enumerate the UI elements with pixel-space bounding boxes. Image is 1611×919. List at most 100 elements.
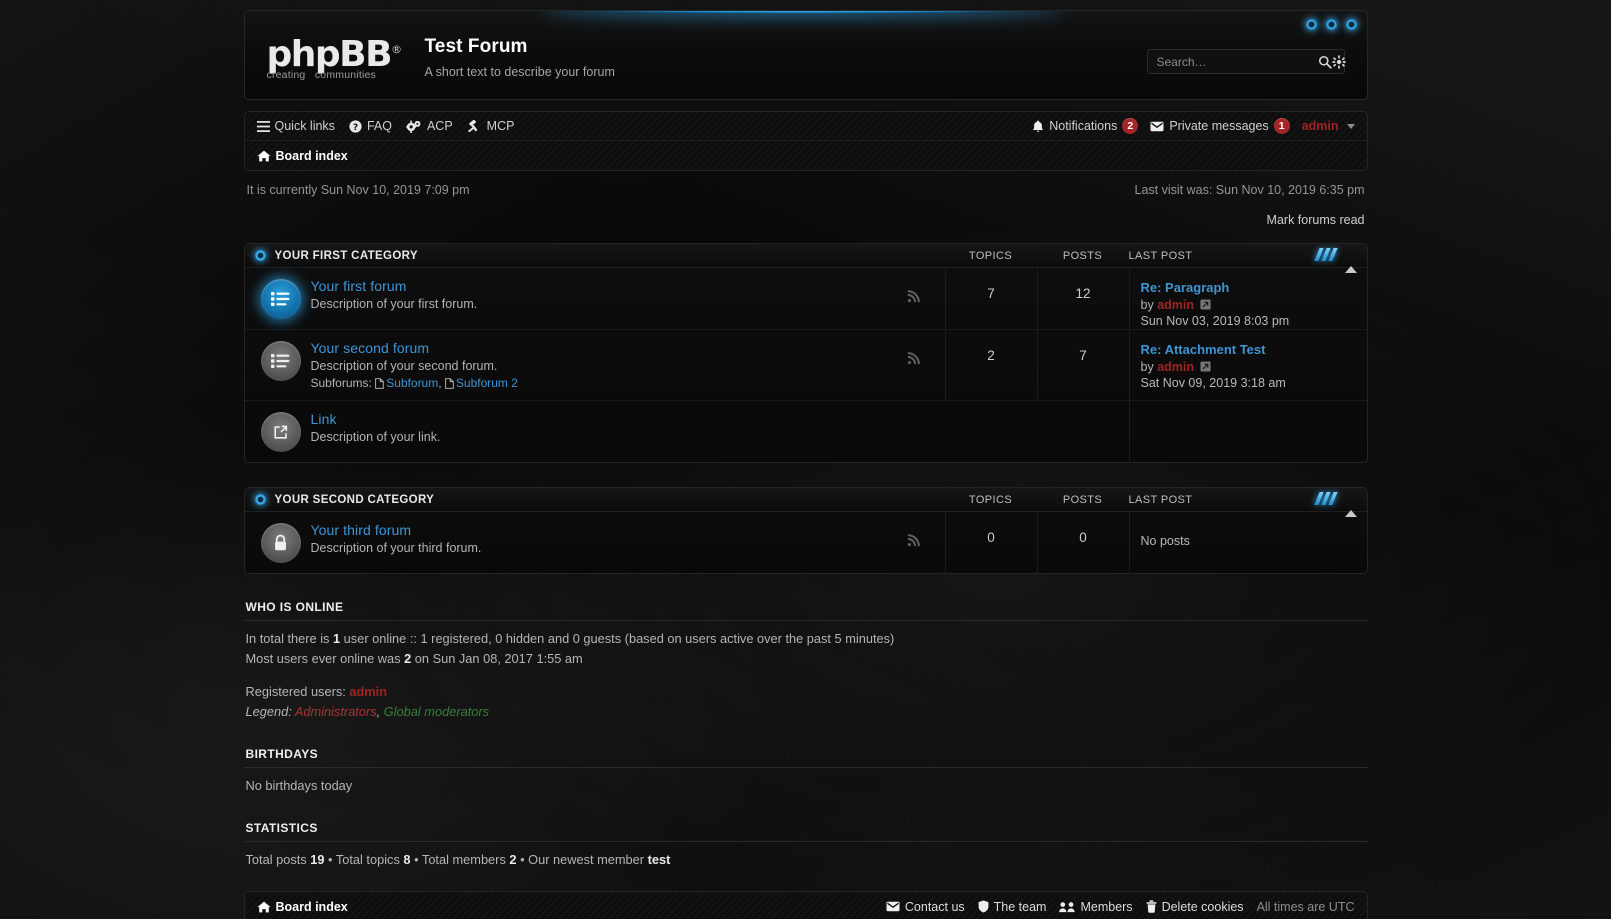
last-post-author-link[interactable]: admin bbox=[1157, 360, 1194, 374]
stat-bullet-3: • bbox=[516, 852, 529, 867]
users-icon bbox=[1059, 901, 1076, 913]
who-is-online-line-1: In total there is 1 user online :: 1 reg… bbox=[246, 630, 1368, 648]
the-team-link[interactable]: The team bbox=[978, 900, 1046, 914]
dot-3-icon bbox=[1345, 19, 1357, 30]
phpbb-logo-word: phpBB® bbox=[267, 33, 409, 73]
forum-read-icon bbox=[260, 341, 301, 381]
quick-links-menu[interactable]: Quick links bbox=[256, 119, 335, 133]
legend-administrators-link[interactable]: Administrators bbox=[295, 704, 377, 719]
forum-description: Description of your first forum. bbox=[310, 297, 478, 311]
navbar-left-links: Quick links ? FAQ ACP MCP bbox=[256, 119, 515, 133]
timezone-text: All times are UTC bbox=[1256, 899, 1355, 914]
total-members-label: Total members bbox=[421, 852, 510, 867]
page-container: phpBB® creating communities Test Forum A… bbox=[243, 0, 1368, 919]
site-header: phpBB® creating communities Test Forum A… bbox=[243, 10, 1368, 100]
category-title[interactable]: Your second category bbox=[275, 494, 435, 506]
forum-topics-count: 0 bbox=[944, 530, 1037, 545]
phpbb-logo[interactable]: phpBB® creating communities bbox=[267, 33, 409, 85]
forum-row[interactable]: Your second forum Description of your se… bbox=[244, 330, 1367, 401]
navbar-right-links: Notifications 2 Private messages 1 admin bbox=[1032, 118, 1355, 134]
newest-member-link[interactable]: test bbox=[648, 852, 671, 867]
private-messages-link[interactable]: Private messages 1 bbox=[1150, 118, 1290, 134]
forum-title-link[interactable]: Link bbox=[311, 411, 941, 427]
registered-user-link[interactable]: admin bbox=[349, 684, 387, 699]
forum-title-link[interactable]: Your second forum bbox=[311, 340, 941, 356]
subforum-link[interactable]: Subforum 2 bbox=[456, 376, 518, 390]
subforum-link[interactable]: Subforum bbox=[386, 376, 438, 390]
gavel-icon bbox=[467, 119, 482, 133]
private-messages-badge: 1 bbox=[1273, 118, 1290, 134]
column-header-topics: TOPICS bbox=[968, 493, 1013, 506]
mcp-label: MCP bbox=[486, 119, 515, 133]
external-link-icon bbox=[260, 412, 301, 452]
dot-2-icon bbox=[1325, 19, 1337, 30]
faq-link[interactable]: ? FAQ bbox=[349, 119, 392, 133]
online-line1-post: user online :: 1 registered, 0 hidden an… bbox=[340, 631, 895, 646]
online-line2-pre: Most users ever online was bbox=[245, 651, 405, 666]
legend-global-moderators-link[interactable]: Global moderators bbox=[384, 704, 489, 719]
search-icon[interactable] bbox=[1318, 50, 1332, 73]
category-header: Your first category TOPICS POSTS LAST PO… bbox=[244, 244, 1367, 273]
members-link[interactable]: Members bbox=[1059, 900, 1133, 914]
column-header-last-post: LAST POST bbox=[1128, 493, 1193, 506]
navbar-primary-row: Quick links ? FAQ ACP MCP Notifications … bbox=[244, 112, 1367, 141]
rss-feed-icon[interactable] bbox=[907, 290, 920, 303]
breadcrumb-board-index[interactable]: Board index bbox=[256, 149, 348, 163]
forum-posts-count: 7 bbox=[1036, 348, 1129, 363]
delete-cookies-link[interactable]: Delete cookies bbox=[1146, 900, 1244, 914]
forum-title-link[interactable]: Your first forum bbox=[311, 278, 941, 294]
legend-separator: , bbox=[376, 704, 381, 719]
total-members-value: 2 bbox=[509, 852, 517, 867]
registered-users-label: Registered users: bbox=[245, 684, 350, 699]
footer-board-index-link[interactable]: Board index bbox=[256, 900, 348, 914]
forum-info: Link Description of your link. bbox=[311, 411, 941, 444]
last-post-title-link[interactable]: Re: Paragraph bbox=[1141, 280, 1359, 297]
notifications-badge: 2 bbox=[1122, 118, 1139, 134]
home-icon bbox=[256, 901, 271, 913]
total-topics-label: Total topics bbox=[335, 852, 404, 867]
mcp-link[interactable]: MCP bbox=[467, 119, 515, 133]
last-post-author-link[interactable]: admin bbox=[1157, 298, 1194, 312]
mark-forums-read-link[interactable]: Mark forums read bbox=[1267, 213, 1365, 227]
category-bullet-icon bbox=[254, 494, 266, 505]
quick-links-label: Quick links bbox=[274, 119, 335, 133]
goto-last-post-icon[interactable] bbox=[1200, 298, 1212, 310]
subforum-separator: , bbox=[438, 376, 445, 390]
forum-title-link[interactable]: Your third forum bbox=[311, 522, 941, 538]
cogs-icon bbox=[406, 120, 422, 133]
acp-link[interactable]: ACP bbox=[406, 119, 453, 133]
birthdays-heading: BIRTHDAYS bbox=[245, 747, 319, 761]
legend-line: Legend: Administrators, Global moderator… bbox=[246, 703, 1368, 721]
gear-icon[interactable] bbox=[1331, 50, 1346, 73]
lock-glyph-icon bbox=[273, 534, 288, 552]
envelope-icon bbox=[1150, 121, 1164, 132]
forum-posts-count: 12 bbox=[1036, 286, 1129, 301]
footer-bar: Board index Contact us The team Members bbox=[243, 891, 1368, 919]
forum-row[interactable]: Your third forum Description of your thi… bbox=[245, 512, 1367, 573]
forum-row[interactable]: Link Description of your link. bbox=[245, 401, 1367, 462]
contact-us-label: Contact us bbox=[904, 899, 965, 914]
goto-last-post-icon[interactable] bbox=[1200, 360, 1212, 372]
notifications-link[interactable]: Notifications 2 bbox=[1032, 118, 1139, 134]
user-menu[interactable]: admin bbox=[1302, 119, 1355, 133]
rss-feed-icon[interactable] bbox=[907, 352, 920, 365]
rss-feed-icon[interactable] bbox=[907, 534, 920, 547]
search-input[interactable] bbox=[1147, 50, 1318, 73]
statistics-text: Total posts 19 • Total topics 8 • Total … bbox=[246, 851, 1368, 869]
delete-cookies-label: Delete cookies bbox=[1161, 899, 1244, 914]
forum-topics-count: 2 bbox=[944, 348, 1037, 363]
list-glyph-icon bbox=[271, 353, 290, 369]
forum-no-posts-text: No posts bbox=[1140, 534, 1190, 548]
contact-us-link[interactable]: Contact us bbox=[886, 900, 965, 914]
category-bullet-icon bbox=[254, 250, 266, 261]
category-title[interactable]: Your first category bbox=[275, 250, 418, 262]
site-dots bbox=[1305, 19, 1357, 30]
birthdays-text: No birthdays today bbox=[245, 778, 353, 793]
last-post-title-link[interactable]: Re: Attachment Test bbox=[1141, 342, 1359, 359]
category-slashes-decoration bbox=[1313, 492, 1338, 505]
subforums-list: Subforums: Subforum, Subforum 2 bbox=[311, 376, 941, 390]
search-box[interactable] bbox=[1146, 49, 1346, 74]
forum-row[interactable]: Your first forum Description of your fir… bbox=[244, 268, 1367, 330]
category-header: Your second category TOPICS POSTS LAST P… bbox=[244, 488, 1367, 517]
site-title: Test Forum bbox=[424, 36, 528, 57]
